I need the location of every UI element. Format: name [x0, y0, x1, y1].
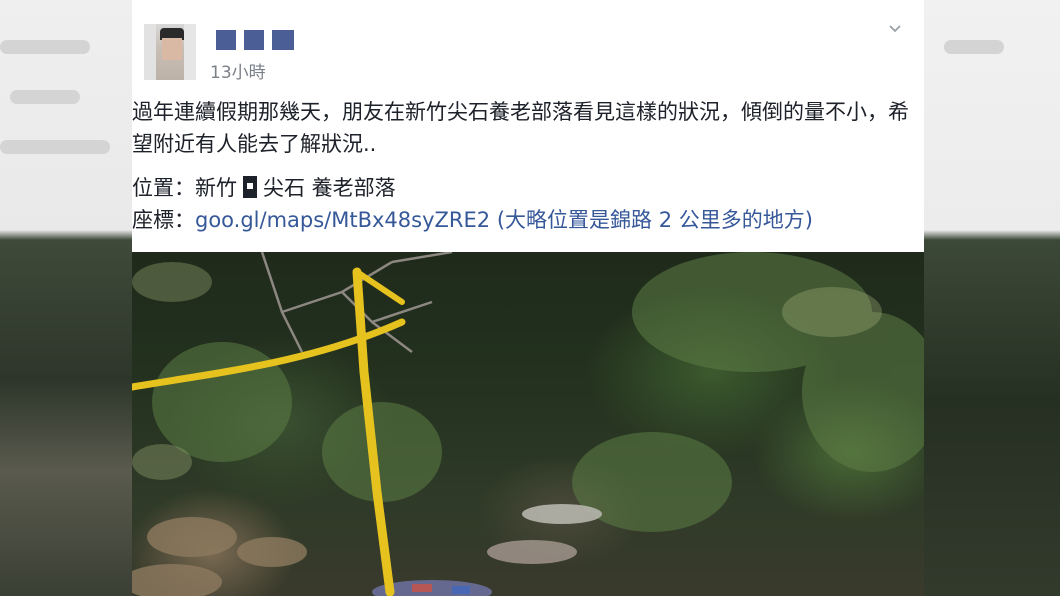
blurred-background-right — [924, 0, 1060, 596]
post-photo[interactable] — [132, 252, 924, 596]
post-timestamp[interactable]: 13小時 — [210, 58, 266, 83]
post-meta: 位置：新竹 尖石 養老部落 座標：goo.gl/maps/MtBx48syZRE2… — [132, 172, 813, 236]
facebook-post: 13小時 過年連續假期那幾天，朋友在新竹尖石養老部落看見這樣的狀況，傾倒的量不小… — [132, 0, 924, 596]
coords-row: 座標：goo.gl/maps/MtBx48syZRE2 (大略位置是錦路 2 公… — [132, 204, 813, 236]
location-part1: 新竹 — [195, 176, 237, 200]
location-row: 位置：新竹 尖石 養老部落 — [132, 172, 813, 204]
author-name-censored[interactable] — [216, 30, 294, 50]
location-label: 位置： — [132, 176, 195, 200]
coords-label: 座標： — [132, 208, 195, 232]
coords-note: (大略位置是錦路 2 公里多的地方) — [496, 208, 813, 232]
avatar[interactable] — [144, 24, 196, 80]
maps-link[interactable]: goo.gl/maps/MtBx48syZRE2 — [195, 208, 490, 232]
missing-glyph-icon — [243, 176, 257, 198]
post-text: 過年連續假期那幾天，朋友在新竹尖石養老部落看見這樣的狀況，傾倒的量不小，希望附近… — [132, 100, 909, 156]
blurred-background-left — [0, 0, 132, 596]
chevron-down-icon[interactable] — [888, 22, 902, 36]
photo-scene — [132, 252, 924, 596]
location-part2: 尖石 養老部落 — [263, 176, 396, 200]
